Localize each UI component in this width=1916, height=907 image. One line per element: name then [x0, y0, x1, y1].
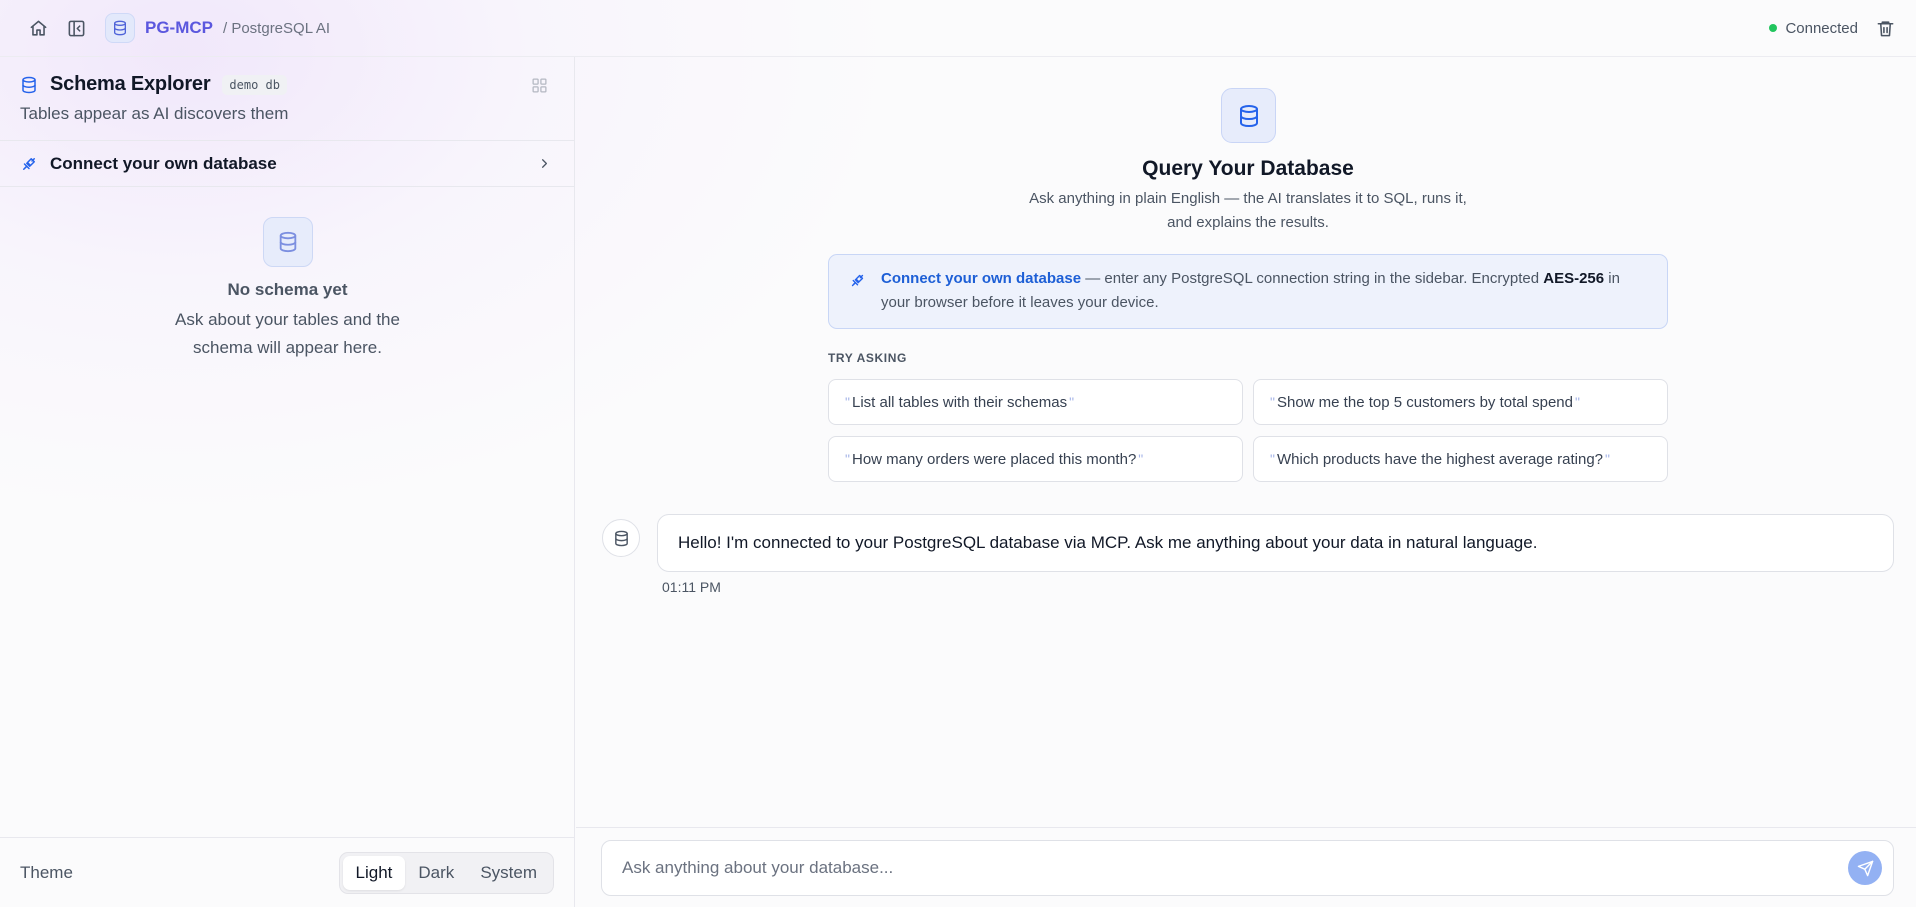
- brand-subtitle: / PostgreSQL AI: [223, 19, 330, 37]
- empty-schema-state: No schema yet Ask about your tables and …: [0, 217, 575, 362]
- suggestion-button[interactable]: " Show me the top 5 customers by total sp…: [1253, 379, 1668, 425]
- empty-schema-title: No schema yet: [227, 280, 348, 299]
- assistant-message: Hello! I'm connected to your PostgreSQL …: [657, 514, 1894, 572]
- grid-view-icon[interactable]: [531, 77, 548, 94]
- hero-title: Query Your Database: [1142, 157, 1354, 180]
- assistant-avatar: [602, 519, 640, 557]
- schema-explorer-subtitle: Tables appear as AI discovers them: [20, 104, 289, 123]
- empty-schema-description: Ask about your tables and the schema wil…: [175, 310, 400, 357]
- connect-database-button[interactable]: Connect your own database: [0, 141, 574, 187]
- theme-light-button[interactable]: Light: [342, 855, 406, 890]
- composer: [601, 840, 1894, 896]
- send-icon: [1857, 860, 1873, 876]
- home-icon[interactable]: [23, 13, 53, 43]
- connect-database-link[interactable]: Connect your own database: [881, 270, 1081, 287]
- suggestion-text: How many orders were placed this month?: [851, 450, 1137, 468]
- top-bar: PG-MCP / PostgreSQL AI Connected: [0, 0, 1916, 57]
- connection-status: Connected: [1785, 19, 1858, 37]
- theme-dark-button[interactable]: Dark: [405, 856, 467, 890]
- connection-area: Connected: [1769, 0, 1896, 56]
- status-dot: [1769, 24, 1778, 32]
- message-input[interactable]: [622, 841, 1802, 895]
- schema-explorer-title: Schema Explorer: [50, 73, 211, 95]
- plug-icon: [851, 274, 864, 287]
- brand[interactable]: PG-MCP / PostgreSQL AI: [105, 13, 330, 43]
- notice-text: — enter any PostgreSQL connection string…: [1081, 270, 1544, 287]
- database-icon: [1221, 88, 1276, 143]
- hero-description-line-2: and explains the results.: [1167, 214, 1329, 231]
- collapse-sidebar-icon[interactable]: [61, 13, 91, 43]
- notice-encryption: AES-256: [1543, 270, 1605, 287]
- hero-description-line-1: Ask anything in plain English — the AI t…: [1029, 190, 1467, 207]
- sidebar: Schema Explorer demo db Tables appear as…: [0, 57, 575, 907]
- demo-db-badge: demo db: [222, 74, 287, 95]
- database-icon: [22, 76, 36, 93]
- try-asking-label: TRY ASKING: [828, 351, 907, 365]
- suggestion-button[interactable]: " Which products have the highest average…: [1253, 436, 1668, 482]
- database-icon: [262, 217, 313, 267]
- connect-notice: Connect your own database — enter any Po…: [828, 254, 1668, 329]
- theme-system-button[interactable]: System: [467, 856, 550, 890]
- suggestion-text: Which products have the highest average …: [1276, 450, 1604, 468]
- composer-area: [576, 827, 1916, 907]
- trash-icon[interactable]: [1874, 13, 1896, 43]
- send-button[interactable]: [1848, 851, 1882, 885]
- suggestion-text: Show me the top 5 customers by total spe…: [1276, 393, 1573, 411]
- database-icon: [105, 13, 135, 43]
- message-timestamp: 01:11 PM: [662, 579, 721, 595]
- assistant-message-text: Hello! I'm connected to your PostgreSQL …: [678, 533, 1538, 552]
- theme-label: Theme: [20, 862, 73, 882]
- connect-database-label: Connect your own database: [50, 153, 277, 173]
- brand-name: PG-MCP: [145, 18, 213, 37]
- database-icon: [614, 530, 628, 546]
- suggestion-button[interactable]: " List all tables with their schemas ": [828, 379, 1243, 425]
- hero-description: Ask anything in plain English — the AI t…: [576, 187, 1916, 235]
- theme-selector: Light Dark System: [338, 851, 554, 894]
- suggestion-text: List all tables with their schemas: [851, 393, 1068, 411]
- schema-explorer-header: Schema Explorer demo db Tables appear as…: [0, 57, 574, 141]
- theme-bar: Theme Light Dark System: [0, 837, 575, 907]
- suggestion-button[interactable]: " How many orders were placed this month?…: [828, 436, 1243, 482]
- plug-icon: [23, 157, 35, 170]
- chevron-right-icon: [542, 159, 547, 168]
- chat-panel: Query Your Database Ask anything in plai…: [576, 57, 1916, 907]
